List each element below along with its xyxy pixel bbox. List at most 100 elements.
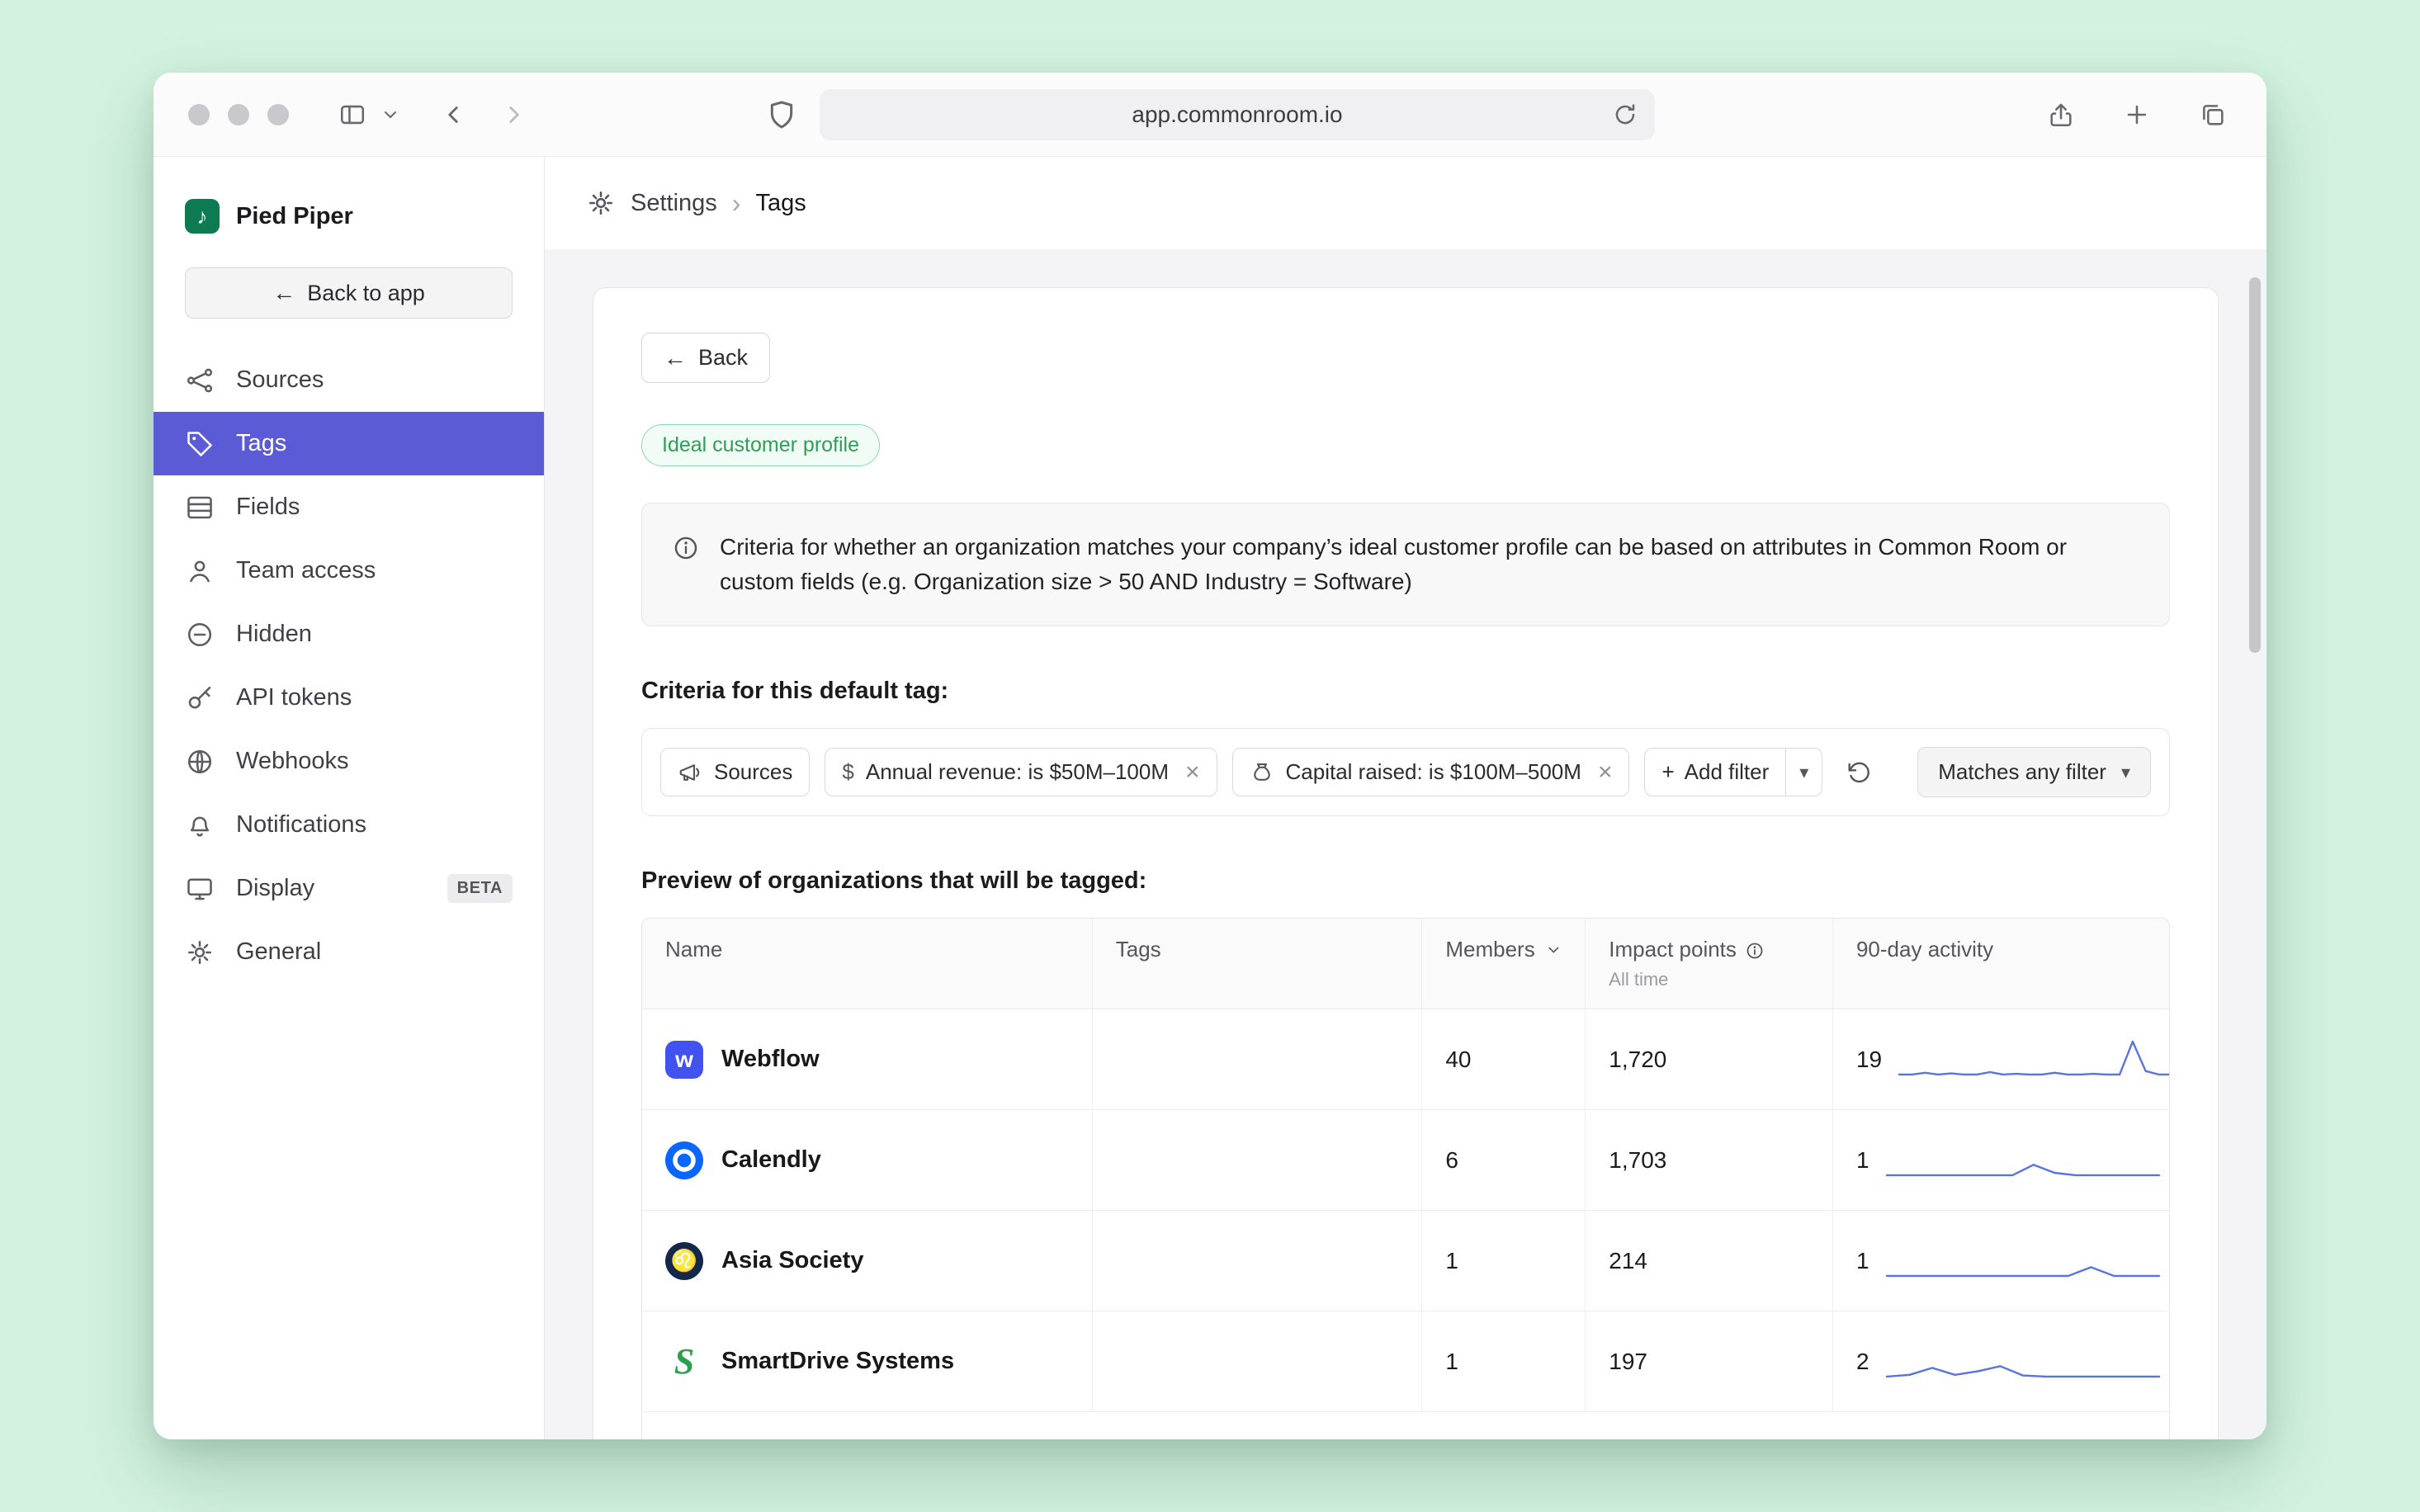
workspace-logo: ♪ [185, 199, 220, 234]
add-filter-caret[interactable]: ▾ [1785, 749, 1822, 796]
remove-filter-icon[interactable]: × [1598, 760, 1613, 785]
privacy-shield-icon[interactable] [765, 98, 798, 131]
person-icon [185, 556, 215, 586]
sidebar-item-label: Display [236, 875, 314, 902]
table-row[interactable]: S SmartDrive Systems 1 197 2 [642, 1311, 2169, 1412]
breadcrumb-separator-icon: › [732, 188, 741, 219]
traffic-lights [188, 104, 289, 125]
filter-pill-label: Annual revenue: is $50M–100M [866, 759, 1169, 785]
sidebar-item-sources[interactable]: Sources [154, 348, 544, 412]
scrollbar-thumb[interactable] [2249, 277, 2261, 653]
filter-pill-annual-revenue[interactable]: $ Annual revenue: is $50M–100M × [825, 748, 1217, 796]
tab-overview-icon[interactable] [2194, 96, 2232, 134]
tab-overview-chevron-icon[interactable] [371, 96, 409, 134]
sidebar-item-label: API tokens [236, 684, 352, 711]
sidebar-item-display[interactable]: Display BETA [154, 857, 544, 920]
tag-detail-card: ← Back Ideal customer profile Criteria f… [593, 287, 2219, 1439]
url-bar[interactable]: app.commonroom.io [820, 89, 1655, 140]
add-filter-button[interactable]: + Add filter [1645, 749, 1785, 796]
sidebar-item-label: Notifications [236, 811, 366, 839]
breadcrumb-current: Tags [755, 190, 806, 217]
table-row[interactable]: w Webflow 40 1,720 19 [642, 1009, 2169, 1110]
sources-icon [185, 366, 215, 395]
sidebar-item-label: Team access [236, 557, 376, 584]
plus-icon: + [1661, 759, 1674, 785]
close-window-button[interactable] [188, 104, 210, 125]
org-activity-count: 1 [1856, 1147, 1869, 1174]
browser-toolbar: app.commonroom.io [154, 73, 2266, 157]
org-members: 1 [1422, 1211, 1586, 1311]
org-impact-points: 197 [1586, 1311, 1833, 1411]
impact-subheader: All time [1609, 969, 1765, 990]
main-area: Settings › Tags ← Back Ideal customer pr… [545, 157, 2266, 1439]
forward-nav-icon[interactable] [495, 96, 533, 134]
smartdrive-logo: S [665, 1343, 703, 1381]
info-icon [672, 534, 700, 562]
megaphone-icon [678, 760, 702, 785]
filter-bar: Sources $ Annual revenue: is $50M–100M ×… [641, 728, 2170, 816]
settings-content: ← Back Ideal customer profile Criteria f… [545, 249, 2266, 1439]
sidebar-item-team-access[interactable]: Team access [154, 539, 544, 602]
sidebar-item-notifications[interactable]: Notifications [154, 793, 544, 857]
workspace-name: Pied Piper [236, 203, 353, 230]
sidebar-item-label: Webhooks [236, 748, 349, 775]
new-tab-icon[interactable] [2118, 96, 2156, 134]
sidebar-item-tags[interactable]: Tags [154, 412, 544, 475]
filter-pill-capital-raised[interactable]: Capital raised: is $100M–500M × [1232, 748, 1630, 796]
sidebar-item-label: Tags [236, 430, 286, 457]
workspace-header[interactable]: ♪ Pied Piper [154, 190, 544, 243]
sidebar-toggle-icon[interactable] [333, 96, 371, 134]
bell-icon [185, 810, 215, 840]
table-row[interactable]: Calendly 6 1,703 1 [642, 1110, 2169, 1211]
undo-icon [1846, 759, 1872, 786]
settings-sidebar: ♪ Pied Piper ← Back to app Sources [154, 157, 545, 1439]
sidebar-nav: Sources Tags Fields [154, 348, 544, 984]
org-tags-cell [1093, 1311, 1423, 1411]
sidebar-item-label: Hidden [236, 621, 312, 648]
column-header-members[interactable]: Members [1422, 919, 1586, 1009]
back-nav-icon[interactable] [434, 96, 472, 134]
reload-icon[interactable] [1612, 102, 1638, 128]
sidebar-item-hidden[interactable]: Hidden [154, 602, 544, 666]
breadcrumb: Settings › Tags [545, 157, 2266, 249]
back-to-app-button[interactable]: ← Back to app [185, 267, 513, 319]
sidebar-item-api-tokens[interactable]: API tokens [154, 666, 544, 730]
address-bar-group: app.commonroom.io [765, 89, 1655, 140]
preview-label: Preview of organizations that will be ta… [641, 867, 2170, 895]
sidebar-item-webhooks[interactable]: Webhooks [154, 730, 544, 793]
share-icon[interactable] [2042, 96, 2080, 134]
column-header-impact-points: Impact points All time [1586, 919, 1833, 1009]
column-header-tags: Tags [1093, 919, 1423, 1009]
reset-filters-button[interactable] [1837, 751, 1880, 794]
back-arrow-icon: ← [272, 281, 295, 305]
webflow-logo: w [665, 1041, 703, 1079]
url-text: app.commonroom.io [1132, 102, 1342, 128]
sidebar-item-fields[interactable]: Fields [154, 475, 544, 539]
zoom-window-button[interactable] [267, 104, 289, 125]
money-bag-icon [1250, 760, 1274, 785]
activity-sparkline [1884, 1240, 2162, 1283]
org-tags-cell [1093, 1009, 1423, 1109]
table-row[interactable]: ♌ Asia Society 1 214 1 [642, 1211, 2169, 1311]
org-members: 40 [1422, 1009, 1586, 1109]
sources-filter-button[interactable]: Sources [660, 748, 810, 796]
globe-icon [185, 747, 215, 777]
gear-icon [185, 938, 215, 967]
match-mode-dropdown[interactable]: Matches any filter ▾ [1917, 747, 2151, 797]
minimize-window-button[interactable] [228, 104, 249, 125]
back-button[interactable]: ← Back [641, 333, 770, 383]
org-members: 1 [1422, 1311, 1586, 1411]
criteria-label: Criteria for this default tag: [641, 678, 2170, 705]
sidebar-item-general[interactable]: General [154, 920, 544, 984]
back-arrow-icon: ← [664, 347, 687, 370]
info-icon[interactable] [1745, 941, 1765, 961]
tag-icon [185, 429, 215, 459]
org-activity-count: 1 [1856, 1248, 1869, 1274]
fields-icon [185, 493, 215, 522]
activity-sparkline [1884, 1340, 2162, 1383]
ideal-customer-profile-pill[interactable]: Ideal customer profile [641, 424, 880, 466]
dollar-icon: $ [842, 759, 853, 785]
org-name: Calendly [721, 1146, 821, 1174]
breadcrumb-settings[interactable]: Settings [631, 190, 717, 217]
remove-filter-icon[interactable]: × [1185, 760, 1200, 785]
